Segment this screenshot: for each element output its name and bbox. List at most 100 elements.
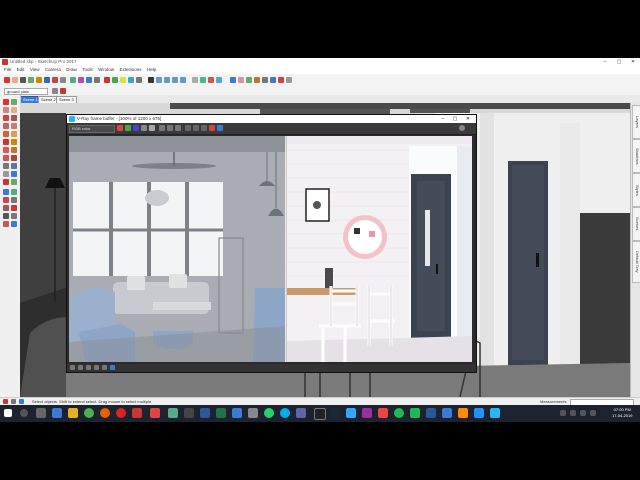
line-tool-icon[interactable] <box>20 77 26 83</box>
tray-network-icon[interactable] <box>560 410 566 416</box>
tray-language-icon[interactable] <box>590 410 596 416</box>
mono-icon[interactable] <box>149 125 155 131</box>
tray-tab-layers[interactable]: Layers <box>632 105 640 139</box>
track-mouse-icon[interactable] <box>201 125 207 131</box>
teams-icon[interactable] <box>296 408 306 418</box>
credits-icon[interactable] <box>11 399 16 404</box>
paint-bucket-icon[interactable] <box>3 107 9 113</box>
tape-tool-icon[interactable] <box>60 77 66 83</box>
store-icon[interactable] <box>426 408 436 418</box>
edge-icon[interactable] <box>52 408 62 418</box>
green-app-icon[interactable] <box>410 408 420 418</box>
render-image[interactable] <box>69 136 472 362</box>
rectangle-tool-icon[interactable] <box>28 77 34 83</box>
section-icon[interactable] <box>3 221 9 227</box>
illustrator-icon[interactable] <box>378 408 388 418</box>
orbit-tool-icon[interactable] <box>70 77 76 83</box>
word-icon[interactable] <box>200 408 210 418</box>
protractor-tool-icon[interactable] <box>3 171 9 177</box>
excel-icon[interactable] <box>216 408 226 418</box>
windows-start-icon[interactable] <box>4 409 12 417</box>
vfb-minimize-button[interactable]: – <box>437 115 449 123</box>
vray-frame-buffer-window[interactable]: V-Ray frame buffer - [100% of 1200 x 675… <box>66 114 477 373</box>
rectangle-icon[interactable] <box>3 123 9 129</box>
blue-channel-icon[interactable] <box>133 125 139 131</box>
section-display-icon[interactable] <box>11 221 17 227</box>
media-player-icon[interactable] <box>168 408 178 418</box>
steam-icon[interactable] <box>330 408 340 418</box>
close-button[interactable]: ✕ <box>626 58 640 66</box>
pan-tool-icon[interactable] <box>78 77 84 83</box>
mail-icon[interactable] <box>442 408 452 418</box>
scale-icon[interactable] <box>3 155 9 161</box>
select-tool-icon[interactable] <box>4 77 10 83</box>
vfb-lut-icon[interactable] <box>110 365 115 370</box>
move-tool-icon[interactable] <box>44 77 50 83</box>
vfb-srgb-icon[interactable] <box>102 365 107 370</box>
menu-file[interactable]: File <box>4 66 11 74</box>
green-channel-icon[interactable] <box>125 125 131 131</box>
shadow-settings-icon[interactable] <box>60 88 66 94</box>
pushpull-icon[interactable] <box>11 139 17 145</box>
offset-icon[interactable] <box>11 155 17 161</box>
tray-tab-shadows[interactable]: Shadows <box>632 139 640 173</box>
move-icon[interactable] <box>3 139 9 145</box>
opera-icon[interactable] <box>116 408 126 418</box>
pushpull-tool-icon[interactable] <box>36 77 42 83</box>
menu-edit[interactable]: Edit <box>17 66 25 74</box>
view-top-icon[interactable] <box>164 77 170 83</box>
vfb-close-button[interactable]: ✕ <box>462 115 474 123</box>
tray-volume-icon[interactable] <box>570 410 576 416</box>
sandbox-icon[interactable] <box>254 77 260 83</box>
axes-tool-icon[interactable] <box>278 77 284 83</box>
vray-material-icon[interactable] <box>128 77 134 83</box>
component-icon[interactable] <box>11 99 17 105</box>
zoom-extents-tool-icon[interactable] <box>3 205 9 211</box>
adobe-xd-icon[interactable] <box>362 408 372 418</box>
vfb-curve-icon[interactable] <box>86 365 91 370</box>
clear-image-icon[interactable] <box>175 125 181 131</box>
shadow-icon[interactable] <box>230 77 236 83</box>
ie-icon[interactable] <box>474 408 484 418</box>
fog-icon[interactable] <box>238 77 244 83</box>
vray-interactive-icon[interactable] <box>112 77 118 83</box>
extension-warehouse-icon[interactable] <box>208 77 214 83</box>
menu-help[interactable]: Help <box>147 66 156 74</box>
menu-camera[interactable]: Camera <box>45 66 61 74</box>
file-explorer-icon[interactable] <box>68 408 78 418</box>
rotate-tool-icon[interactable] <box>52 77 58 83</box>
vlc-icon[interactable] <box>458 408 468 418</box>
walk-icon[interactable] <box>3 213 9 219</box>
menu-view[interactable]: View <box>30 66 40 74</box>
vray-taskbar-icon[interactable] <box>490 408 500 418</box>
dimension-tool-icon[interactable] <box>11 163 17 169</box>
pencil-icon[interactable] <box>3 115 9 121</box>
circle-icon[interactable] <box>11 123 17 129</box>
alpha-channel-icon[interactable] <box>141 125 147 131</box>
view-right-icon[interactable] <box>180 77 186 83</box>
vfb-maximize-button[interactable]: ▢ <box>449 115 461 123</box>
tray-tab-scenes[interactable]: Scenes <box>632 207 640 241</box>
protractor-icon[interactable] <box>286 77 292 83</box>
load-image-icon[interactable] <box>167 125 173 131</box>
3d-text-icon[interactable] <box>11 179 17 185</box>
position-camera-icon[interactable] <box>11 205 17 211</box>
pdf-reader-icon[interactable] <box>132 408 142 418</box>
sketchup-taskbar-icon[interactable] <box>150 408 160 418</box>
firefox-icon[interactable] <box>100 408 110 418</box>
layout-icon[interactable] <box>216 77 222 83</box>
task-view-icon[interactable] <box>36 408 46 418</box>
view-front-icon[interactable] <box>172 77 178 83</box>
pan-icon[interactable] <box>11 189 17 195</box>
layer-select[interactable]: ground plain <box>4 88 48 95</box>
zoom-icon[interactable] <box>3 197 9 203</box>
eraser-tool-icon[interactable] <box>12 77 18 83</box>
notepad-icon[interactable] <box>248 408 258 418</box>
vray-render-icon[interactable] <box>104 77 110 83</box>
geo-location-icon[interactable] <box>3 399 8 404</box>
menu-draw[interactable]: Draw <box>66 66 77 74</box>
look-around-icon[interactable] <box>11 213 17 219</box>
vfb-levels-icon[interactable] <box>78 365 83 370</box>
vray-frame-buffer-icon[interactable] <box>136 77 142 83</box>
axes-icon[interactable] <box>3 179 9 185</box>
